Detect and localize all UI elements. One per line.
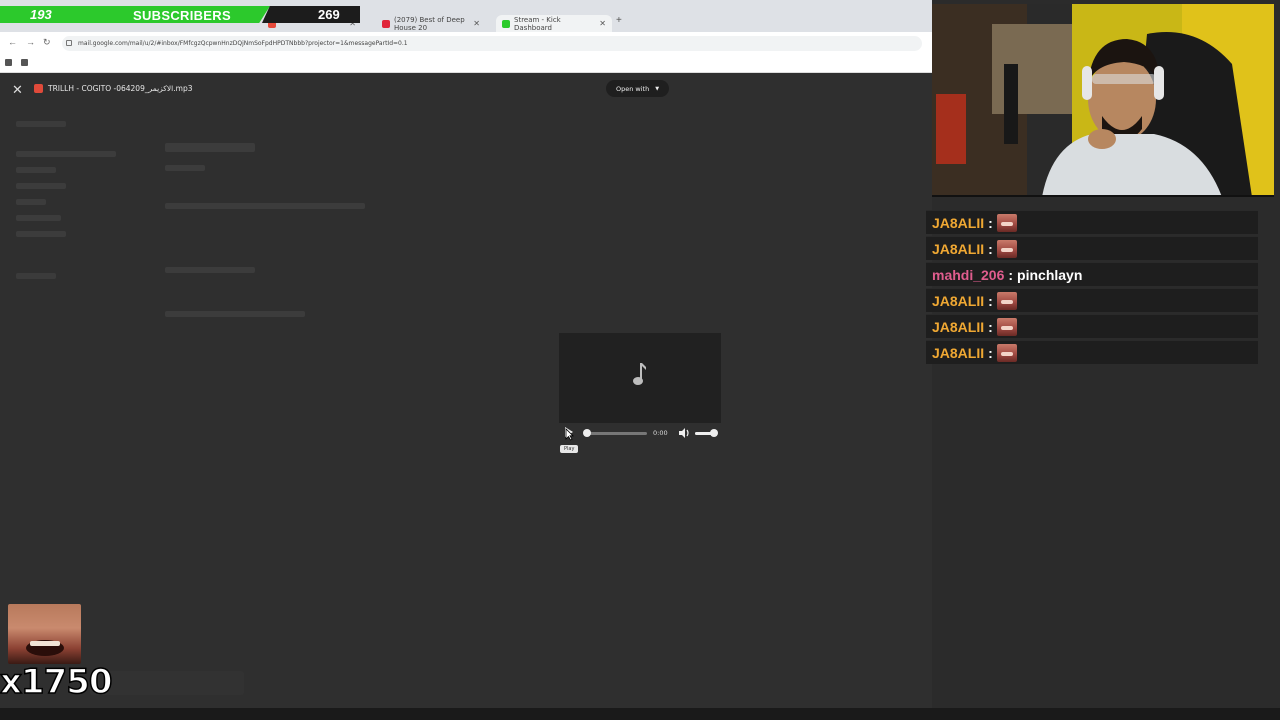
chat-separator: : (988, 214, 993, 231)
open-with-label: Open with (616, 84, 650, 93)
chat-username: JA8ALII (932, 292, 985, 309)
music-note-icon (633, 363, 646, 385)
chat-message: mahdi_206 : pinchlayn (926, 262, 1258, 286)
seek-handle[interactable] (583, 429, 591, 437)
background-gmail-page (0, 73, 932, 720)
back-arrow-icon[interactable]: ← (8, 37, 17, 47)
forward-arrow-icon[interactable]: → (26, 37, 35, 47)
open-with-button[interactable]: Open with ▼ (606, 80, 670, 97)
chat-username: mahdi_206 (932, 266, 1005, 283)
webcam-image (932, 4, 1274, 195)
subscriber-label: SUBSCRIBERS (133, 8, 231, 23)
play-tooltip: Play (560, 445, 579, 453)
chat-overlay: JA8ALII : JA8ALII : mahdi_206 : pinchlay… (926, 198, 1258, 368)
kick-favicon-icon (502, 19, 510, 28)
mouse-cursor-icon (565, 428, 574, 441)
subscriber-goal: 269 (318, 7, 340, 22)
chat-message: JA8ALII : (926, 340, 1258, 364)
apps-grid-icon[interactable] (21, 59, 28, 66)
browser-address-bar: ← → ↻ mail.google.com/mail/u/2/#inbox/FM… (0, 32, 932, 54)
tab-close-icon[interactable]: ✕ (599, 19, 606, 28)
subscriber-goal-tab (262, 6, 360, 23)
background-snackbar (90, 671, 244, 695)
laughing-emote-icon (996, 291, 1017, 310)
chat-separator: : (988, 344, 993, 361)
tab-label: (2079) Best of Deep House 20 (394, 15, 465, 32)
seek-bar[interactable] (585, 432, 647, 435)
chevron-down-icon: ▼ (655, 85, 660, 92)
tab-close-icon[interactable]: ✕ (473, 19, 480, 28)
chat-message: JA8ALII : (926, 314, 1258, 338)
time-display: 0:00 (653, 429, 668, 437)
laughing-emote-icon (996, 343, 1017, 362)
chat-message: JA8ALII : (926, 236, 1258, 260)
new-tab-button[interactable]: + (616, 15, 622, 26)
subscriber-count: 193 (30, 7, 52, 22)
volume-icon[interactable] (679, 428, 691, 438)
tab-label: Stream - Kick Dashboard (514, 15, 561, 32)
emote-combo-counter: x1750 (0, 604, 113, 703)
laughing-emote-icon (996, 317, 1017, 336)
audio-controls: 0:00 (559, 423, 721, 443)
combo-count: x1750 (0, 661, 113, 703)
audio-player (559, 333, 721, 423)
stream-frame: ✕ (2079) Best of Deep House 20 ✕ Stream … (0, 0, 1280, 720)
chat-username: JA8ALII (932, 240, 985, 257)
chat-separator: : (988, 240, 993, 257)
browser-tab[interactable]: (2079) Best of Deep House 20 ✕ (376, 15, 486, 32)
chat-message: JA8ALII : (926, 210, 1258, 234)
subscriber-goal-bar: 193 SUBSCRIBERS 269 (0, 4, 360, 24)
audio-file-icon (34, 84, 43, 93)
overlay-margin (1258, 198, 1280, 708)
viewer-close: ✕ (12, 82, 23, 97)
reload-icon[interactable]: ↻ (43, 37, 51, 48)
bottom-band (0, 708, 1280, 720)
volume-handle[interactable] (710, 429, 718, 437)
chat-separator: : (988, 318, 993, 335)
file-name: TRILLH - COGITO -064209_الاكزيمر.mp3 (48, 84, 193, 93)
chat-separator: : (1008, 266, 1014, 283)
chat-message: JA8ALII : (926, 288, 1258, 312)
close-icon[interactable]: ✕ (12, 82, 23, 98)
youtube-favicon-icon (382, 19, 390, 28)
browser-tab-active[interactable]: Stream - Kick Dashboard ✕ (496, 15, 612, 32)
lock-icon (66, 40, 72, 46)
webcam-feed (932, 4, 1274, 197)
laughing-face-emote-icon (8, 604, 81, 664)
laughing-emote-icon (996, 239, 1017, 258)
url-field[interactable]: mail.google.com/mail/u/2/#inbox/FMfcgzQc… (62, 36, 922, 51)
bookmarks-bar (0, 54, 932, 73)
file-preview-overlay: ✕ TRILLH - COGITO -064209_الاكزيمر.mp3 O… (0, 73, 932, 720)
bookmark-icon[interactable] (5, 59, 12, 66)
chat-text: pinchlayn (1017, 266, 1083, 283)
chat-username: JA8ALII (932, 318, 985, 335)
laughing-emote-icon (996, 213, 1017, 232)
chat-username: JA8ALII (932, 214, 985, 231)
chat-username: JA8ALII (932, 344, 985, 361)
chat-separator: : (988, 292, 993, 309)
